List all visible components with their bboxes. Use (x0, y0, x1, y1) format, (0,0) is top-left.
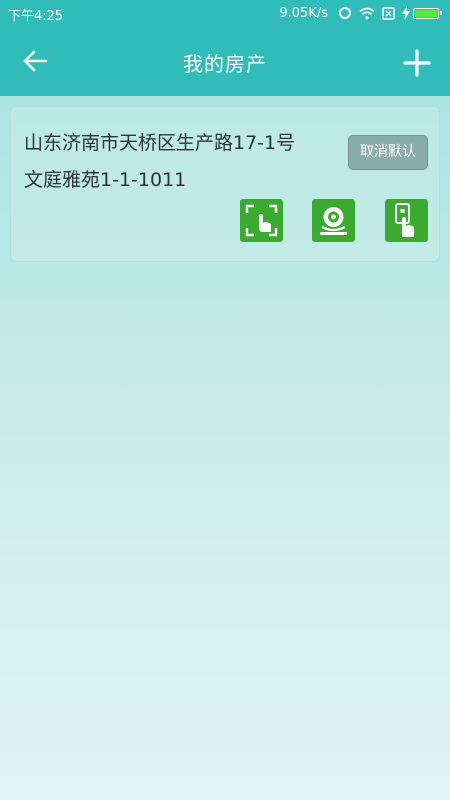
no-sim-icon (382, 6, 395, 20)
camera-button[interactable] (312, 199, 355, 242)
sync-icon (339, 7, 351, 19)
touch-key-button[interactable] (385, 199, 428, 242)
plus-icon (403, 49, 431, 77)
status-bar: 下午4:25 9.05K/s (0, 0, 450, 26)
app-bar: 我的房产 (0, 26, 450, 96)
status-icons: 9.05K/s (279, 4, 442, 22)
status-time: 下午4:25 (8, 9, 64, 24)
property-address: 山东济南市天桥区生产路17-1号 (24, 132, 296, 154)
wifi-icon (359, 7, 375, 19)
network-speed: 9.05K/s (279, 5, 328, 21)
property-unit: 文庭雅苑1-1-1011 (24, 169, 187, 191)
add-property-button[interactable] (402, 48, 432, 78)
charging-icon (402, 6, 410, 20)
battery-icon (413, 7, 442, 19)
page-title: 我的房产 (183, 52, 267, 76)
cancel-default-button[interactable]: 取消默认 (348, 135, 428, 170)
camera-icon (320, 207, 347, 235)
property-card[interactable]: 山东济南市天桥区生产路17-1号 文庭雅苑1-1-1011 取消默认 (10, 106, 440, 262)
scan-unlock-icon (245, 204, 278, 237)
scan-unlock-button[interactable] (240, 199, 283, 242)
touch-key-icon (395, 203, 415, 237)
